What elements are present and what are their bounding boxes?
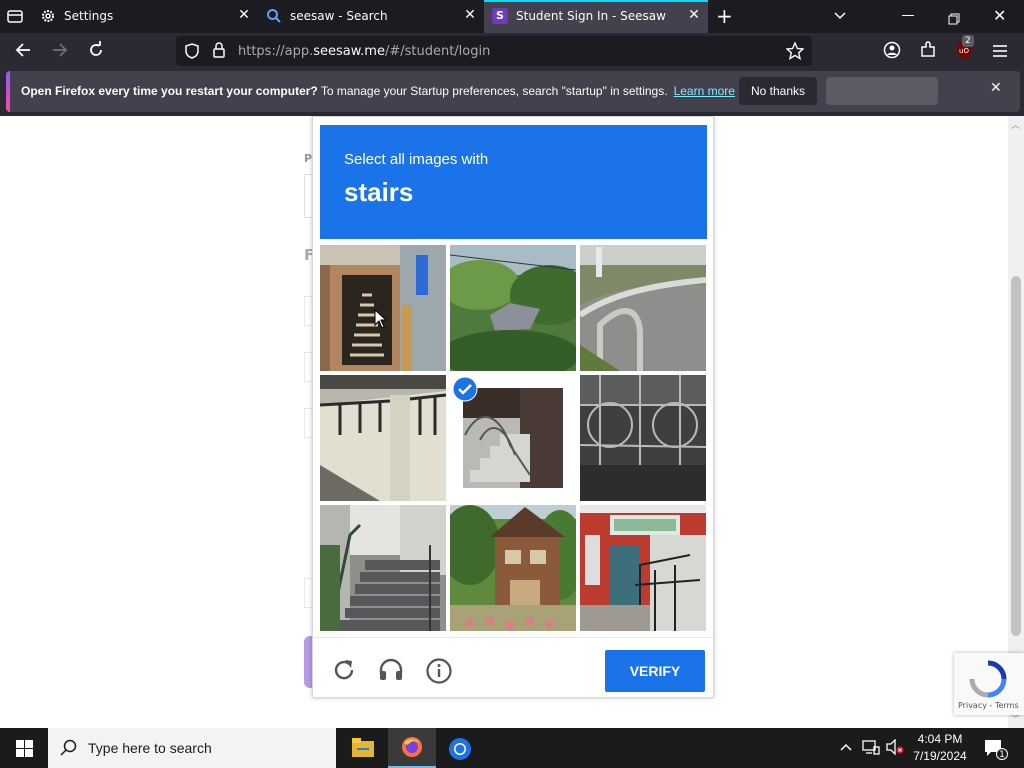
account-icon[interactable] [883,41,901,63]
gear-icon [40,8,56,27]
chrome-taskbar-icon[interactable] [448,737,472,765]
taskbar-clock[interactable]: 4:04 PM 7/19/2024 [905,731,975,765]
close-window-icon[interactable]: ✕ [993,6,1006,25]
captcha-tile-1[interactable] [320,245,446,371]
tab-list-icon[interactable] [6,8,24,24]
info-icon[interactable] [426,658,452,688]
close-tab-icon[interactable]: ✕ [462,7,478,23]
forward-icon[interactable] [51,41,69,63]
new-tab-icon[interactable]: + [716,6,733,26]
notification-count-badge: 1 [996,748,1008,760]
captcha-tile-6[interactable] [580,375,706,501]
notification-message: Open Firefox every time you restart your… [21,84,735,98]
no-thanks-button[interactable]: No thanks [739,77,817,105]
selected-check-icon [452,376,478,402]
notification-text: To manage your Startup preferences, sear… [317,84,668,98]
tab-student-sign-in[interactable]: S Student Sign In - Seesaw ✕ [484,0,708,33]
learn-more-link[interactable]: Learn more [674,84,735,98]
notification-bold-text: Open Firefox every time you restart your… [21,84,318,98]
reload-challenge-icon[interactable] [332,658,356,686]
firefox-taskbar-icon[interactable] [388,728,436,768]
startup-notification-bar: Open Firefox every time you restart your… [6,71,1020,112]
tab-label: seesaw - Search [290,9,388,23]
notification-accent [6,71,10,112]
back-icon[interactable] [14,41,32,63]
extension-badge: 2 [962,35,974,47]
tab-strip: Settings ✕ seesaw - Search ✕ S Student S… [0,0,1024,33]
audio-challenge-icon[interactable] [378,658,404,686]
captcha-tile-8[interactable] [450,505,576,631]
bookmark-star-icon[interactable] [785,41,805,64]
lock-icon[interactable] [212,42,226,62]
captcha-tile-4[interactable] [320,375,446,501]
page-scrollbar[interactable]: ︿ ﹀ [1008,116,1024,728]
network-icon[interactable] [862,739,880,759]
close-tab-icon[interactable]: ✕ [686,7,702,23]
windows-taskbar: Type here to search 4:04 PM 7/19/2024 1 [0,728,1024,768]
taskbar-search-box[interactable]: Type here to search [48,728,336,768]
mouse-cursor [374,308,388,333]
captcha-tile-7[interactable] [320,505,446,631]
url-domain: seesaw.me [313,44,385,59]
recaptcha-challenge: Select all images with stairs VERIFY [312,116,714,698]
url-suffix: /#/student/login [384,44,491,59]
recaptcha-badge[interactable]: Privacy - Terms [954,653,1024,715]
url-prefix: https://app. [238,44,314,59]
taskbar-search-placeholder: Type here to search [88,740,212,756]
captcha-tile-3[interactable] [580,245,706,371]
tab-label: Settings [64,9,114,23]
search-icon [266,8,282,27]
scrollbar-thumb[interactable] [1011,276,1021,636]
verify-button[interactable]: VERIFY [605,650,705,692]
volume-muted-icon[interactable] [886,738,904,759]
menu-icon[interactable] [992,43,1008,62]
minimize-icon[interactable] [902,15,914,16]
captcha-footer: VERIFY [313,637,713,697]
recaptcha-privacy-terms[interactable]: Privacy - Terms [958,701,1019,710]
secondary-action-button[interactable] [826,77,938,105]
captcha-prompt: Select all images with [344,151,489,168]
tab-settings[interactable]: Settings ✕ [32,0,258,33]
reload-icon[interactable] [87,41,105,63]
seesaw-icon: S [492,8,508,24]
show-hidden-icons-icon[interactable] [839,740,853,759]
search-icon [60,739,78,761]
extensions-icon[interactable] [919,41,937,63]
tab-seesaw-search[interactable]: seesaw - Search ✕ [258,0,484,33]
captcha-target: stairs [344,177,414,207]
svg-text:uO: uO [959,47,969,55]
scroll-up-arrow[interactable]: ︿ [1011,118,1020,131]
captcha-tile-5[interactable] [450,375,576,501]
list-all-tabs-icon[interactable] [832,8,848,28]
captcha-tile-9[interactable] [580,505,706,631]
file-explorer-icon[interactable] [352,738,374,762]
url-text: https://app.seesaw.me/#/student/login [238,44,490,59]
navigation-toolbar: https://app.seesaw.me/#/student/login uO… [0,33,1024,68]
tracking-protection-shield-icon[interactable] [184,43,200,63]
clock-time: 4:04 PM [917,732,963,746]
tab-label: Student Sign In - Seesaw [516,9,666,23]
address-bar[interactable]: https://app.seesaw.me/#/student/login [176,36,812,66]
windows-start-icon[interactable] [16,740,33,761]
clock-date: 7/19/2024 [913,749,967,763]
close-tab-icon[interactable]: ✕ [236,7,252,23]
captcha-header: Select all images with stairs [320,125,707,239]
captcha-tile-2[interactable] [450,245,576,371]
recaptcha-logo-icon [968,659,1008,703]
restore-icon[interactable] [948,10,960,29]
close-notification-icon[interactable]: ✕ [990,80,1002,96]
